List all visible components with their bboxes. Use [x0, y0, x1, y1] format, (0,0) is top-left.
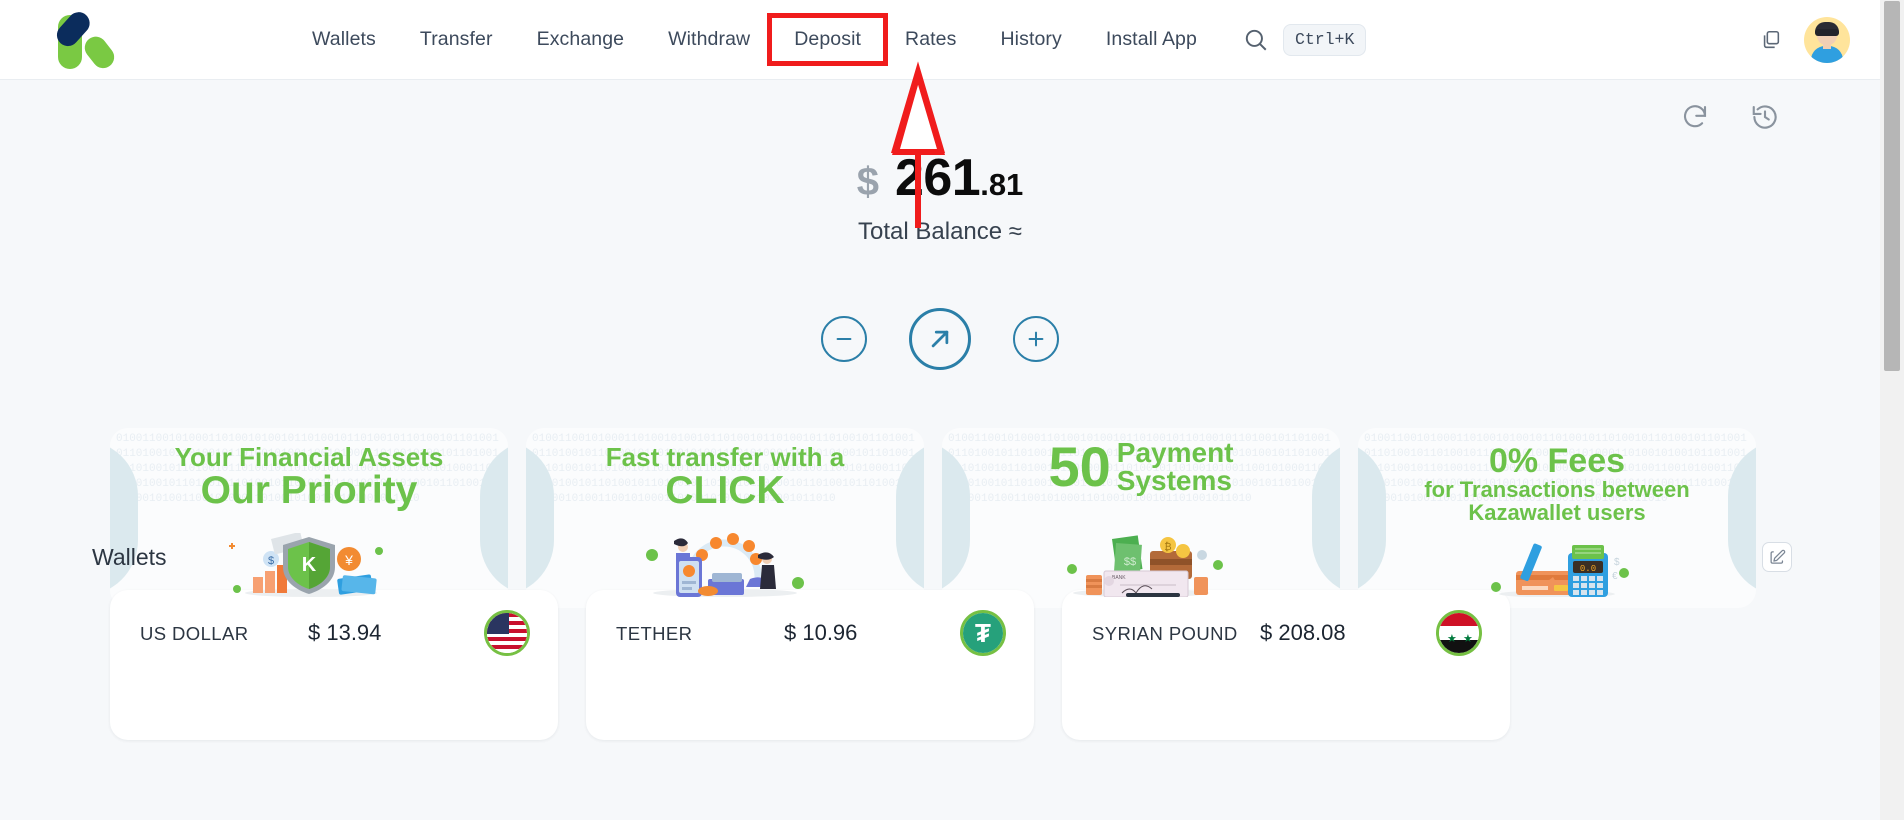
us-flag-icon	[484, 610, 530, 656]
wallet-card-us-dollar[interactable]: US DOLLAR $ 13.94	[110, 590, 558, 740]
banner-text: 0% Fees for Transactions between Kazawal…	[1424, 428, 1689, 525]
nav-item-deposit[interactable]: Deposit	[767, 13, 889, 66]
banner-line-3: Systems	[1116, 465, 1232, 497]
syria-flag-icon: ★ ★	[1436, 610, 1482, 656]
promo-banner-payment-systems[interactable]: 0100110010100011010010100101101001011010…	[942, 428, 1340, 608]
nav-item-transfer[interactable]: Transfer	[398, 18, 515, 61]
nav-item-wallets[interactable]: Wallets	[290, 18, 398, 61]
svg-text:K: K	[302, 554, 317, 576]
kazawallet-logo-icon[interactable]	[52, 7, 119, 73]
banner-line-1: Your Financial Assets	[174, 442, 444, 472]
wallet-card-tether[interactable]: TETHER $ 10.96 ₮	[586, 590, 1034, 740]
transfer-action-button[interactable]	[909, 308, 971, 370]
app-root: Wallets Transfer Exchange Withdraw Depos…	[0, 0, 1904, 820]
banner-left-arc	[526, 440, 554, 596]
wallet-cards-row: US DOLLAR $ 13.94 TETHER $ 10.96 ₮ SYRIA…	[110, 590, 1510, 740]
nav-item-rates[interactable]: Rates	[883, 18, 978, 61]
page-content: $ 261 .81 Total Balance ≈ 01001100101000…	[0, 80, 1880, 820]
svg-text:¥: ¥	[344, 552, 353, 568]
promo-banner-assets[interactable]: 0100110010100011010010100101101001011010…	[110, 428, 508, 608]
svg-text:₿: ₿	[1164, 541, 1171, 553]
promo-banners: 0100110010100011010010100101101001011010…	[110, 428, 1756, 608]
banner-line-2: for Transactions between	[1424, 477, 1690, 503]
total-balance-block: $ 261 .81 Total Balance ≈	[0, 148, 1880, 246]
wallets-title: Wallets	[92, 543, 167, 570]
refresh-icon[interactable]	[1680, 102, 1710, 132]
banner-line-3: Kazawallet users	[1468, 500, 1646, 526]
banner-text: 50 Payment Systems	[1048, 428, 1233, 496]
nav-item-history[interactable]: History	[978, 18, 1083, 61]
balance-integer-part: 261	[894, 149, 981, 207]
banner-left-arc	[110, 440, 138, 596]
promo-banner-fast-transfer[interactable]: 0100110010100011010010100101101001011010…	[526, 428, 924, 608]
banner-right-arc	[896, 440, 924, 596]
wallet-name: SYRIAN POUND	[1092, 623, 1238, 644]
banner-right-arc	[1728, 440, 1756, 596]
balance-decimal-part: .81	[980, 167, 1024, 202]
wallet-usd-value: $ 208.08	[1260, 620, 1346, 645]
check-cash-wallet-illustration: $$ ₿ BANK	[1046, 535, 1236, 602]
banner-left-arc	[1358, 440, 1386, 596]
banner-line-1: 0% Fees	[1488, 442, 1626, 480]
avatar-sunglasses-icon	[1815, 28, 1839, 36]
deposit-action-button[interactable]	[1013, 316, 1059, 362]
quick-actions	[0, 308, 1880, 370]
avatar[interactable]	[1804, 16, 1850, 63]
vertical-scrollbar[interactable]	[1880, 0, 1904, 820]
logo-wrap[interactable]	[0, 0, 170, 80]
svg-text:0.0: 0.0	[1580, 564, 1596, 574]
scrollbar-thumb[interactable]	[1884, 1, 1900, 371]
page-toolbar	[1680, 102, 1780, 132]
nav-item-exchange[interactable]: Exchange	[515, 18, 647, 61]
wallet-name: TETHER	[616, 623, 693, 644]
balance-amount: $ 261 .81	[857, 148, 1024, 208]
svg-text:$$: $$	[1124, 556, 1136, 568]
people-phone-coins-illustration	[630, 533, 820, 602]
wallet-usd-value: $ 10.96	[784, 620, 858, 645]
promo-banner-zero-fees[interactable]: 0100110010100011010010100101101001011010…	[1358, 428, 1756, 608]
header-right-actions	[1760, 16, 1880, 63]
banner-line-1: Fast transfer with a	[605, 442, 845, 472]
banner-line-2: Payment	[1116, 436, 1234, 468]
shield-money-illustration: $ K ¥	[219, 531, 399, 602]
banner-left-arc	[942, 440, 970, 596]
banner-right-arc	[1312, 440, 1340, 596]
banner-line-1: 50	[1048, 435, 1111, 498]
tether-icon: ₮	[960, 610, 1006, 656]
wallet-name: US DOLLAR	[140, 623, 249, 644]
edit-pencil-icon[interactable]	[1762, 542, 1792, 572]
svg-text:$: $	[1614, 557, 1620, 568]
search-icon[interactable]	[1239, 23, 1273, 57]
balance-currency-symbol: $	[856, 160, 879, 204]
top-header: Wallets Transfer Exchange Withdraw Depos…	[0, 0, 1880, 80]
svg-text:BANK: BANK	[1112, 575, 1126, 581]
wallet-card-syrian-pound[interactable]: SYRIAN POUND $ 208.08 ★ ★	[1062, 590, 1510, 740]
withdraw-action-button[interactable]	[821, 316, 867, 362]
banner-right-arc	[480, 440, 508, 596]
copy-icon[interactable]	[1760, 29, 1782, 51]
nav-item-install-app[interactable]: Install App	[1084, 18, 1219, 61]
logo-lower-stroke	[80, 31, 119, 73]
total-balance-label: Total Balance ≈	[858, 218, 1022, 245]
banner-text: Your Financial Assets Our Priority	[175, 428, 444, 512]
banner-line-2: CLICK	[665, 469, 785, 513]
search-shortcut-badge[interactable]: Ctrl+K	[1282, 23, 1367, 56]
clock-history-icon[interactable]	[1750, 102, 1780, 132]
main-navigation: Wallets Transfer Exchange Withdraw Depos…	[290, 13, 1367, 66]
nav-item-withdraw[interactable]: Withdraw	[646, 18, 772, 61]
svg-text:€: €	[1612, 571, 1618, 582]
banner-line-2: Our Priority	[200, 469, 418, 513]
wallet-usd-value: $ 13.94	[308, 620, 382, 645]
svg-text:$: $	[268, 555, 274, 567]
card-calculator-pen-illustration: 0.0 $ €	[1472, 539, 1642, 602]
banner-text: Fast transfer with a CLICK	[606, 428, 844, 512]
